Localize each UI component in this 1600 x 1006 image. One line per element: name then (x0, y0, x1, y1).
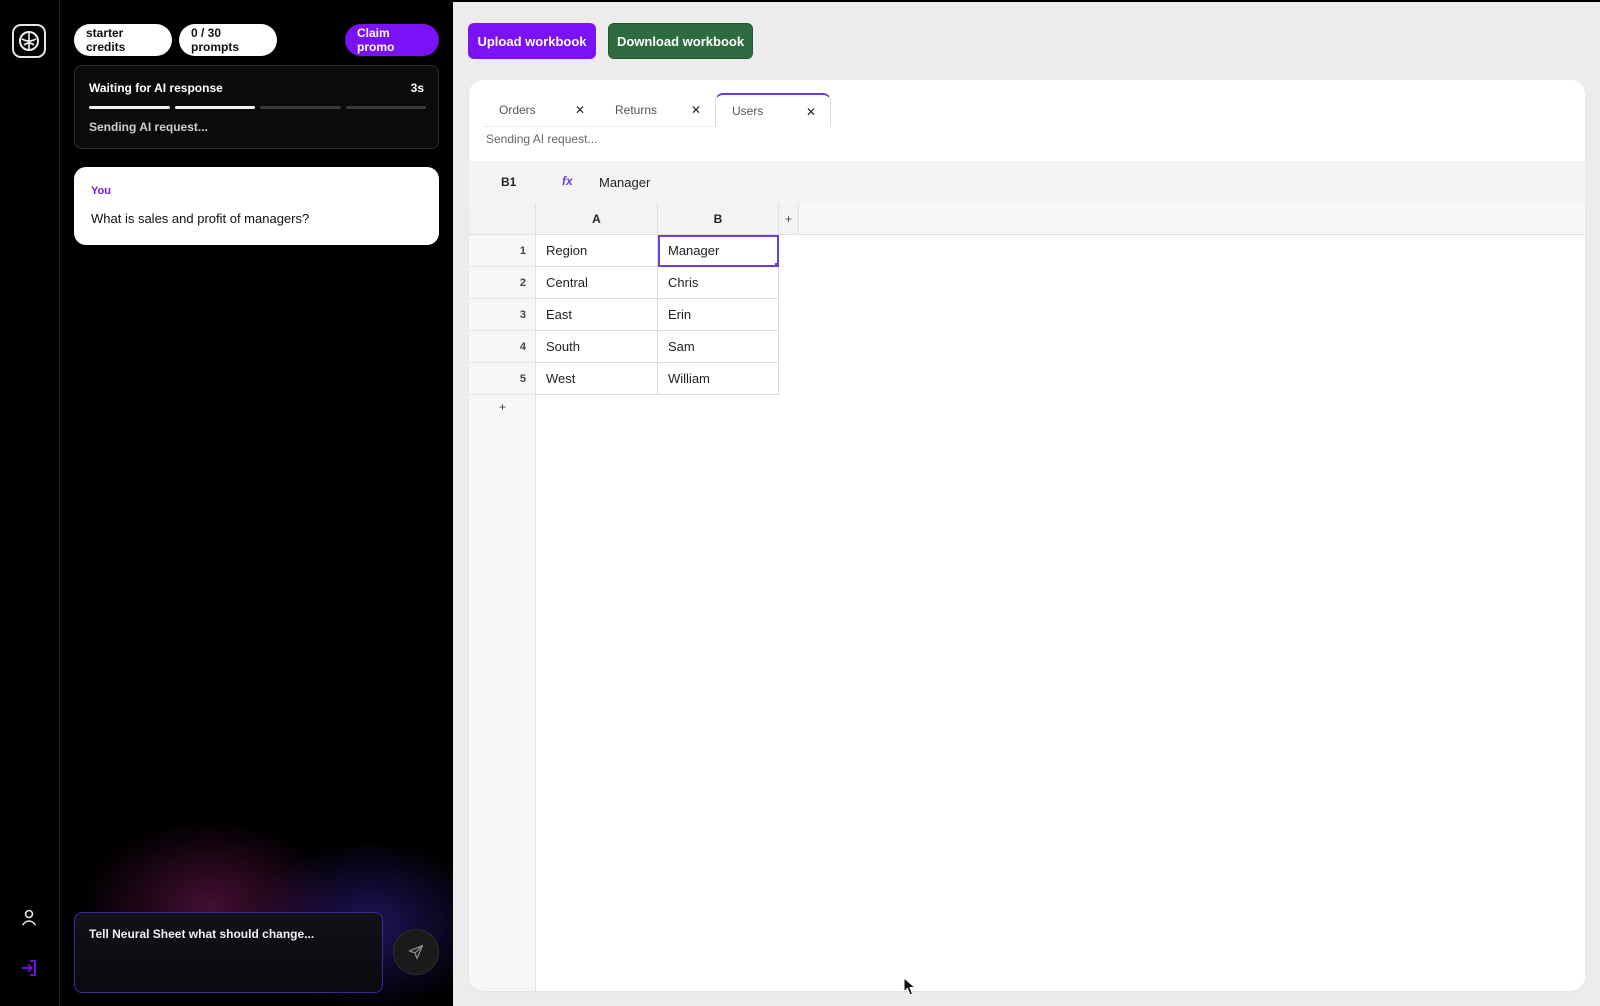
cell-a3[interactable]: East (536, 299, 658, 331)
cell-a5[interactable]: West (536, 363, 658, 395)
row-number[interactable]: 5 (469, 363, 536, 395)
user-message: You What is sales and profit of managers… (74, 167, 439, 245)
icon-rail (0, 0, 60, 1006)
cell-b2[interactable]: Chris (658, 267, 779, 299)
send-icon (408, 944, 424, 960)
sign-in-icon[interactable] (18, 957, 40, 979)
progress-segment (89, 106, 170, 109)
spreadsheet-card: Orders ✕ Returns ✕ Users ✕ Sending AI re… (469, 80, 1585, 991)
cell-a1[interactable]: Region (536, 235, 658, 267)
ai-status-card: Waiting for AI response 3s Sending AI re… (74, 65, 439, 149)
tab-label: Orders (499, 102, 536, 117)
add-column-button[interactable]: + (779, 203, 799, 235)
download-workbook-button[interactable]: Download workbook (608, 23, 753, 59)
top-border (453, 0, 1600, 2)
tab-users[interactable]: Users ✕ (715, 93, 831, 127)
ai-status-title: Waiting for AI response (89, 81, 223, 95)
formula-bar: B1 fx Manager (469, 161, 1585, 203)
close-icon[interactable]: ✕ (806, 105, 816, 119)
message-author: You (91, 185, 111, 197)
cell-b3[interactable]: Erin (658, 299, 779, 331)
ai-progress-bar (89, 106, 426, 109)
row-number[interactable]: 4 (469, 331, 536, 363)
sheet-tabs: Orders ✕ Returns ✕ Users ✕ (483, 93, 831, 127)
tab-returns[interactable]: Returns ✕ (599, 93, 715, 127)
cell-b4[interactable]: Sam (658, 331, 779, 363)
tab-label: Returns (615, 102, 658, 117)
starter-credits-badge: starter credits (74, 24, 172, 56)
tab-orders[interactable]: Orders ✕ (483, 93, 599, 127)
fx-icon: fx (562, 174, 573, 188)
row-number[interactable]: 1 (469, 235, 536, 267)
row-number[interactable]: 3 (469, 299, 536, 331)
close-icon[interactable]: ✕ (691, 103, 701, 117)
select-all-corner[interactable] (469, 203, 536, 235)
progress-segment (345, 106, 426, 109)
mouse-cursor-icon (903, 977, 917, 996)
table-row: 3 East Erin (469, 299, 779, 331)
spreadsheet-grid: A B + 1 Region Manager 2 Central Chris 3… (469, 203, 1585, 991)
close-icon[interactable]: ✕ (575, 103, 585, 117)
table-row: 4 South Sam (469, 331, 779, 363)
prompt-input[interactable] (75, 913, 382, 992)
column-header-b[interactable]: B (658, 203, 779, 235)
prompt-count-badge: 0 / 30 prompts (179, 24, 277, 56)
prompt-composer (74, 912, 383, 993)
cell-a4[interactable]: South (536, 331, 658, 363)
cell-a2[interactable]: Central (536, 267, 658, 299)
user-icon[interactable] (18, 906, 40, 928)
send-button[interactable] (393, 929, 439, 975)
cell-b1-selected[interactable]: Manager (658, 235, 779, 267)
sheet-status-text: Sending AI request... (486, 132, 598, 146)
table-row: 2 Central Chris (469, 267, 779, 299)
add-row-button[interactable]: + (469, 397, 536, 417)
cell-reference[interactable]: B1 (501, 175, 516, 189)
brain-logo-icon[interactable] (12, 24, 46, 58)
formula-input[interactable]: Manager (599, 175, 650, 190)
ai-status-elapsed: 3s (410, 81, 424, 95)
message-text: What is sales and profit of managers? (91, 211, 310, 226)
progress-segment (174, 106, 255, 109)
column-header-a[interactable]: A (536, 203, 658, 235)
table-row: 1 Region Manager (469, 235, 779, 267)
progress-segment (260, 106, 341, 109)
cell-b5[interactable]: William (658, 363, 779, 395)
upload-workbook-button[interactable]: Upload workbook (468, 23, 596, 59)
table-row: 5 West William (469, 363, 779, 395)
chat-panel: starter credits 0 / 30 prompts Claim pro… (60, 0, 453, 1006)
tab-label: Users (732, 104, 764, 118)
claim-promo-button[interactable]: Claim promo (345, 24, 439, 56)
ai-status-subtitle: Sending AI request... (89, 120, 208, 134)
row-number[interactable]: 2 (469, 267, 536, 299)
